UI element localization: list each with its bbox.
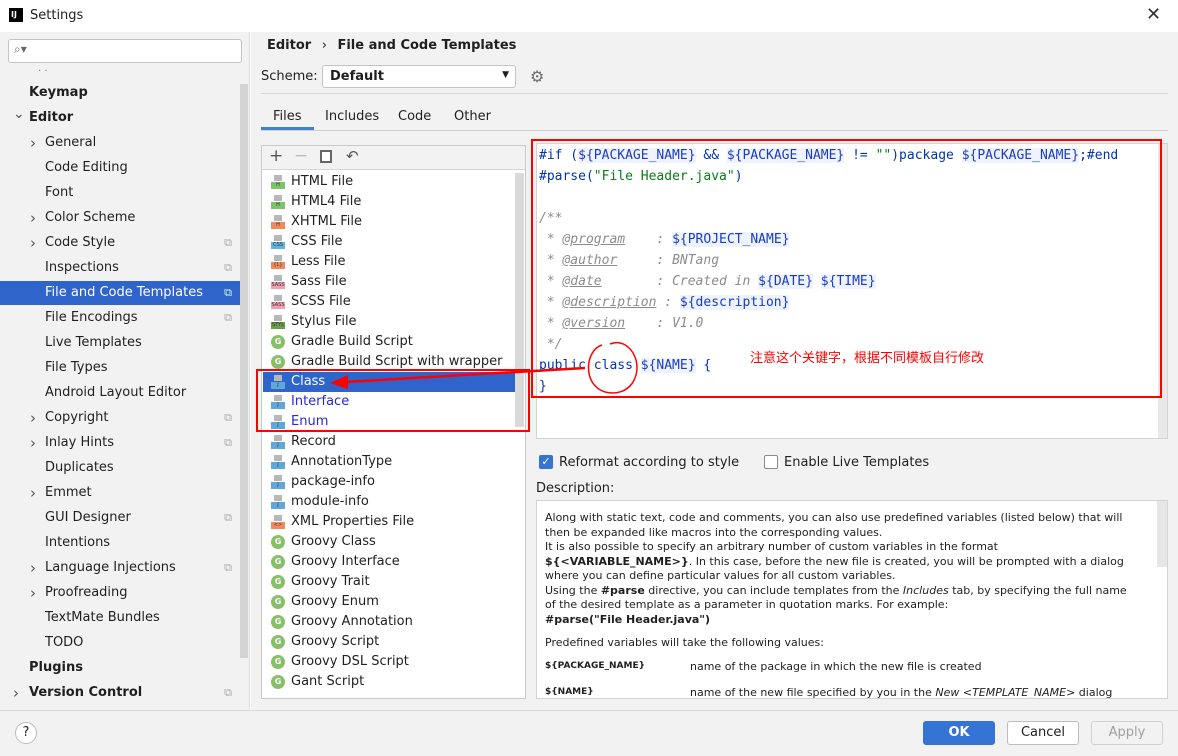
annotation-overlay bbox=[256, 139, 1162, 432]
annotation-circle bbox=[587, 341, 638, 394]
annotation-arrowhead bbox=[330, 375, 348, 389]
annotation-note: 注意这个关键字，根据不同模板自行修改 bbox=[750, 351, 985, 366]
